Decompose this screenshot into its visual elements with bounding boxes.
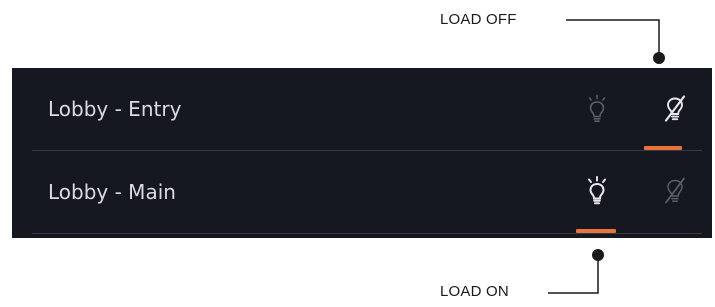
row-divider <box>32 233 702 234</box>
light-bulb-icon <box>588 176 606 205</box>
load-off-callout-label: LOAD OFF <box>440 11 517 28</box>
load-on-button[interactable] <box>577 171 617 211</box>
lighting-loads-panel: Lobby - Entry Lobby - Main <box>12 68 712 238</box>
load-off-button[interactable] <box>655 89 695 129</box>
load-on-callout-label: LOAD ON <box>440 283 509 300</box>
light-bulb-icon <box>588 94 606 123</box>
load-on-button[interactable] <box>577 89 617 129</box>
light-bulb-off-icon <box>664 95 686 122</box>
load-name: Lobby - Main <box>48 180 176 204</box>
light-bulb-off-icon <box>665 177 685 204</box>
load-row-lobby-main: Lobby - Main <box>12 151 712 233</box>
load-row-lobby-entry: Lobby - Entry <box>12 68 712 150</box>
load-name: Lobby - Entry <box>48 97 182 121</box>
load-off-button[interactable] <box>655 171 695 211</box>
